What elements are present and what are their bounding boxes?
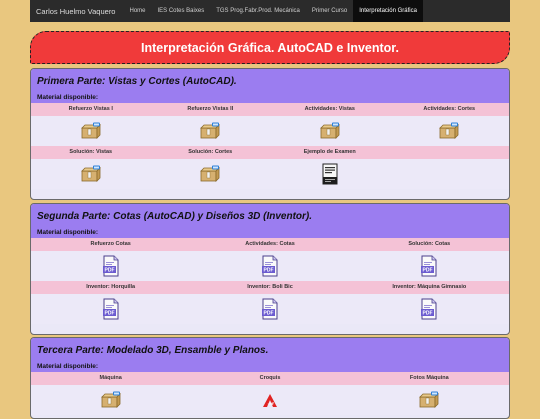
material-label: Croquis [259,375,281,381]
material-cell [31,159,151,189]
zip-archive-icon[interactable] [439,122,460,140]
material-label: Actividades: Cortes [423,106,476,112]
material-cell [31,385,190,415]
material-label: Inventor: Boli Bic [247,284,293,290]
material-label-row: Refuerzo Vistas I Refuerzo Vistas II Activ… [31,103,509,116]
material-cell [31,116,151,146]
pdf-file-icon[interactable]: PDF [261,298,279,320]
section-segunda-parte: Segunda Parte: Cotas (AutoCAD) y Diseños… [30,203,510,335]
autodesk-icon[interactable] [260,391,280,409]
section-header: Primera Parte: Vistas y Cortes (AutoCAD)… [31,69,509,103]
zip-archive-icon[interactable] [419,391,440,409]
nav-item-ies-cotes-baixes[interactable]: IES Cotes Baixes [152,0,211,22]
pdf-file-icon[interactable]: PDF [420,298,438,320]
material-cell [390,116,510,146]
material-cell: PDF [350,294,509,324]
section-subtitle: Material disponible: [37,363,99,370]
material-label-row: Refuerzo Cotas Actividades: Cotas Solución… [31,238,509,251]
material-cell [270,159,390,189]
section-subtitle: Material disponible: [37,94,99,101]
section-title: Tercera Parte: Modelado 3D, Ensamble y P… [37,345,269,356]
pdf-file-icon[interactable]: PDF [102,255,120,277]
material-cell: PDF [31,294,190,324]
material-label: Refuerzo Vistas II [187,106,234,112]
material-label: Inventor: Máquina Gimnasio [392,284,467,290]
material-icon-row [31,159,509,189]
material-icon-row [31,385,509,415]
nav-item-tgs[interactable]: TGS Prog.Fabr.Prod. Mecánica [210,0,306,22]
svg-text:PDF: PDF [104,268,114,274]
material-label: Solución: Cotas [408,241,451,247]
material-cell [270,116,390,146]
material-label: Solución: Cortes [188,149,233,155]
pdf-file-icon[interactable]: PDF [420,255,438,277]
material-label-row: Solución: Vistas Solución: Cortes Ejemplo … [31,146,509,159]
material-cell [190,385,349,415]
zip-archive-icon[interactable] [319,122,340,140]
material-label [390,146,510,159]
material-icon-row [31,116,509,146]
svg-text:PDF: PDF [263,311,273,317]
section-subtitle: Material disponible: [37,229,99,236]
svg-text:PDF: PDF [263,268,273,274]
material-label: Fotos Máquina [409,375,449,381]
material-label-row: Máquina Croquis Fotos Máquina [31,372,509,385]
material-cell: PDF [190,251,349,281]
material-label: Máquina [99,375,122,381]
material-label: Actividades: Vistas [304,106,355,112]
material-cell [390,159,510,189]
pdf-file-icon[interactable]: PDF [102,298,120,320]
svg-text:PDF: PDF [104,311,114,317]
svg-text:PDF: PDF [423,311,433,317]
material-cell: PDF [350,251,509,281]
section-title: Segunda Parte: Cotas (AutoCAD) y Diseños… [37,211,313,222]
svg-text:PDF: PDF [423,268,433,274]
material-cell [350,385,509,415]
material-label: Inventor: Horquilla [86,284,136,290]
material-label: Refuerzo Cotas [90,241,131,247]
material-cell: PDF [190,294,349,324]
section-title: Primera Parte: Vistas y Cortes (AutoCAD)… [37,76,237,87]
material-label-row: Inventor: Horquilla Inventor: Boli Bic Inv… [31,281,509,294]
nav-item-interpretacion-grafica[interactable]: Interpretación Gráfica [353,0,423,22]
nav-item-home[interactable]: Home [123,0,151,22]
page-title-banner: Interpretación Gráfica. AutoCAD e Invent… [30,31,510,64]
material-icon-row: PDF PDF PDF [31,251,509,281]
section-header: Tercera Parte: Modelado 3D, Ensamble y P… [31,338,509,372]
document-icon[interactable] [321,163,339,185]
zip-archive-icon[interactable] [200,122,221,140]
material-icon-row: PDF PDF PDF [31,294,509,324]
zip-archive-icon[interactable] [80,122,101,140]
material-cell [151,116,271,146]
material-label: Refuerzo Vistas I [68,106,113,112]
zip-archive-icon[interactable] [80,165,101,183]
material-label: Actividades: Cotas [245,241,295,247]
nav-item-primer-curso[interactable]: Primer Curso [306,0,353,22]
top-navbar: Carlos Huelmo Vaquero Home IES Cotes Bai… [30,0,510,22]
pdf-file-icon[interactable]: PDF [261,255,279,277]
section-header: Segunda Parte: Cotas (AutoCAD) y Diseños… [31,204,509,238]
zip-archive-icon[interactable] [100,391,121,409]
material-label: Ejemplo de Examen [303,149,356,155]
material-label: Solución: Vistas [69,149,113,155]
material-cell [151,159,271,189]
nav-brand-link[interactable]: Carlos Huelmo Vaquero [30,0,123,22]
material-cell: PDF [31,251,190,281]
section-primera-parte: Primera Parte: Vistas y Cortes (AutoCAD)… [30,68,510,200]
section-tercera-parte: Tercera Parte: Modelado 3D, Ensamble y P… [30,337,510,419]
zip-archive-icon[interactable] [200,165,221,183]
